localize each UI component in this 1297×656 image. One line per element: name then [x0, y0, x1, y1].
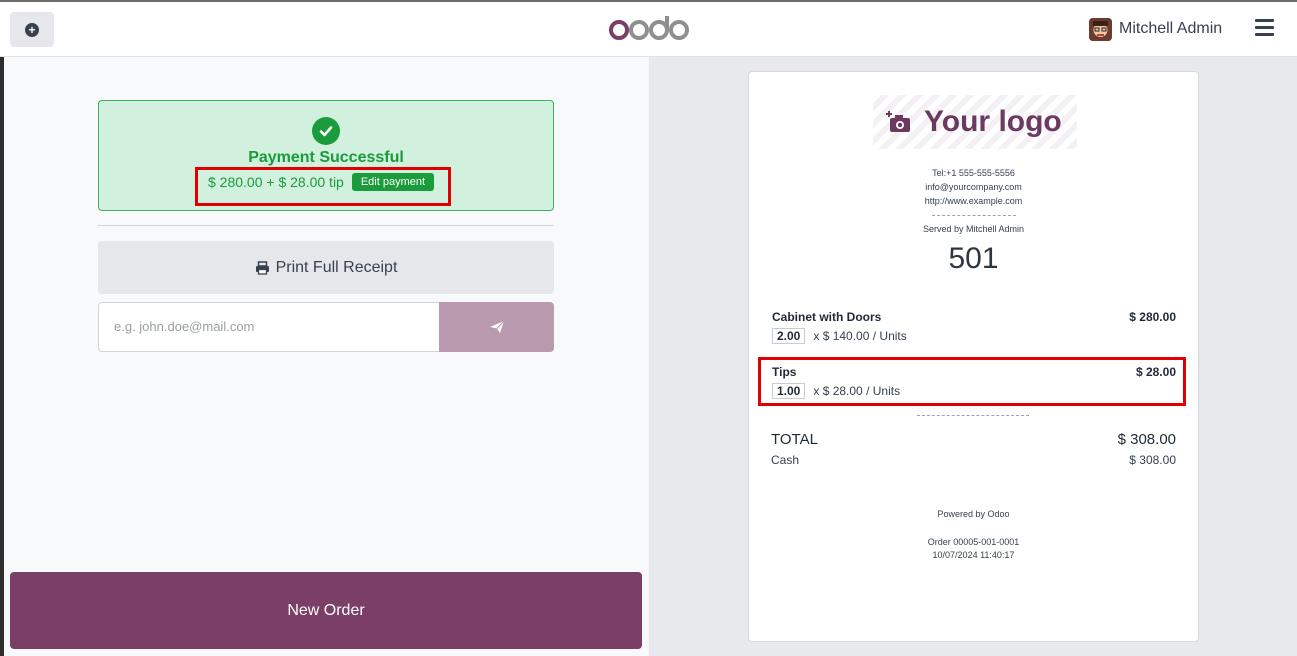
- print-receipt-label: Print Full Receipt: [275, 258, 398, 276]
- avatar: [1089, 17, 1112, 41]
- paper-plane-icon: [489, 320, 504, 333]
- receipt-tel: Tel:+1 555-555-5556: [932, 168, 1015, 178]
- receipt-total-value: $ 308.00: [1117, 431, 1176, 448]
- receipt-cash-value: $ 308.00: [1129, 453, 1176, 467]
- receipt-separator: [932, 215, 1016, 216]
- receipt-email: info@yourcompany.com: [925, 182, 1022, 192]
- check-circle-icon: [312, 117, 340, 145]
- menu-icon[interactable]: [1255, 19, 1274, 37]
- receipt-line-qty-row: 2.00 x $ 140.00 / Units: [772, 328, 907, 344]
- odoo-logo: [609, 16, 689, 40]
- new-order-plus-button[interactable]: +: [10, 12, 54, 47]
- printer-icon: [255, 260, 269, 275]
- receipt-powered-by: Powered by Odoo: [937, 509, 1010, 519]
- send-email-button[interactable]: [439, 302, 554, 352]
- receipt-total-label: TOTAL: [771, 431, 818, 448]
- receipt-logo: Your logo: [873, 95, 1077, 149]
- receipt-line-qty: 2.00: [772, 328, 806, 344]
- receipt-line-unit: x $ 140.00 / Units: [813, 329, 907, 343]
- print-receipt-button[interactable]: Print Full Receipt: [98, 241, 554, 294]
- left-edge: [0, 57, 4, 656]
- receipt-separator: [917, 415, 1029, 416]
- receipt-served-by: Served by Mitchell Admin: [922, 224, 1025, 234]
- user-menu[interactable]: Mitchell Admin: [1089, 17, 1222, 41]
- add-photo-icon: [886, 111, 910, 132]
- plus-circle-icon: +: [25, 22, 39, 37]
- divider: [98, 225, 554, 226]
- window-edge: [0, 0, 1297, 2]
- receipt-logo-text: Your logo: [924, 105, 1062, 138]
- highlight-box-tips: [758, 357, 1186, 406]
- receipt-order-number: 501: [948, 242, 999, 275]
- receipt-line-name: Cabinet with Doors: [772, 310, 882, 324]
- receipt-website: http://www.example.com: [924, 196, 1023, 206]
- new-order-button[interactable]: New Order: [10, 572, 642, 649]
- receipt-cash-label: Cash: [771, 453, 800, 467]
- top-bar: + Mitchell Admin: [0, 0, 1297, 57]
- user-name: Mitchell Admin: [1119, 20, 1223, 37]
- payment-success-title: Payment Successful: [248, 149, 404, 166]
- receipt-line-price: $ 280.00: [1129, 310, 1176, 324]
- email-input[interactable]: e.g. john.doe@mail.com: [98, 302, 440, 352]
- receipt-datetime: 10/07/2024 11:40:17: [932, 550, 1015, 560]
- receipt-order-ref: Order 00005-001-0001: [927, 537, 1020, 547]
- highlight-box-payment: [195, 167, 451, 206]
